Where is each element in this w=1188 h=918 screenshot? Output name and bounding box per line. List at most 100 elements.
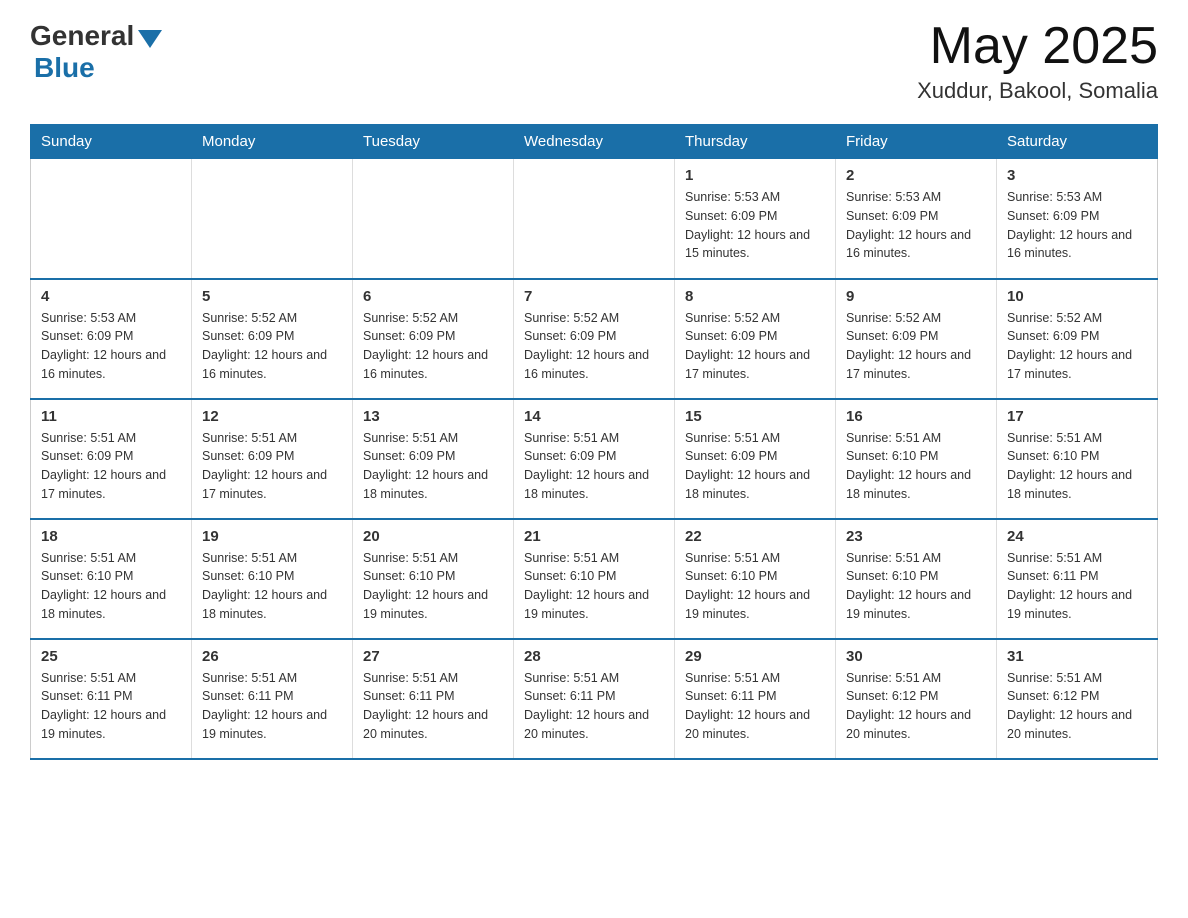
calendar-cell: 14 Sunrise: 5:51 AMSunset: 6:09 PMDayligh… — [514, 399, 675, 519]
calendar-cell — [31, 159, 192, 279]
day-info: Sunrise: 5:51 AMSunset: 6:09 PMDaylight:… — [685, 429, 825, 504]
day-info: Sunrise: 5:51 AMSunset: 6:11 PMDaylight:… — [524, 669, 664, 744]
calendar-cell: 17 Sunrise: 5:51 AMSunset: 6:10 PMDayligh… — [997, 399, 1158, 519]
day-number: 22 — [685, 528, 825, 545]
day-info: Sunrise: 5:51 AMSunset: 6:10 PMDaylight:… — [363, 549, 503, 624]
weekday-header-saturday: Saturday — [997, 125, 1158, 159]
day-info: Sunrise: 5:51 AMSunset: 6:10 PMDaylight:… — [41, 549, 181, 624]
calendar-cell: 20Sunrise: 5:51 AMSunset: 6:10 PMDayligh… — [353, 519, 514, 639]
logo: General Blue — [30, 20, 162, 84]
day-info: Sunrise: 5:51 AMSunset: 6:11 PMDaylight:… — [363, 669, 503, 744]
calendar-cell: 27 Sunrise: 5:51 AMSunset: 6:11 PMDayligh… — [353, 639, 514, 759]
day-info: Sunrise: 5:51 AMSunset: 6:10 PMDaylight:… — [846, 429, 986, 504]
calendar-cell: 4Sunrise: 5:53 AMSunset: 6:09 PMDaylight… — [31, 279, 192, 399]
day-info: Sunrise: 5:51 AMSunset: 6:11 PMDaylight:… — [1007, 549, 1147, 624]
day-number: 11 — [41, 408, 181, 425]
calendar-cell: 6 Sunrise: 5:52 AMSunset: 6:09 PMDaylight… — [353, 279, 514, 399]
day-info: Sunrise: 5:52 AMSunset: 6:09 PMDaylight:… — [202, 309, 342, 384]
day-number: 14 — [524, 408, 664, 425]
calendar-cell: 12Sunrise: 5:51 AMSunset: 6:09 PMDayligh… — [192, 399, 353, 519]
day-info: Sunrise: 5:52 AMSunset: 6:09 PMDaylight:… — [363, 309, 503, 384]
calendar-cell — [514, 159, 675, 279]
calendar-cell — [192, 159, 353, 279]
calendar-cell: 21 Sunrise: 5:51 AMSunset: 6:10 PMDayligh… — [514, 519, 675, 639]
day-info: Sunrise: 5:53 AMSunset: 6:09 PMDaylight:… — [41, 309, 181, 384]
calendar-cell: 10 Sunrise: 5:52 AMSunset: 6:09 PMDayligh… — [997, 279, 1158, 399]
day-number: 30 — [846, 648, 986, 665]
day-info: Sunrise: 5:51 AMSunset: 6:11 PMDaylight:… — [685, 669, 825, 744]
title-block: May 2025 Xuddur, Bakool, Somalia — [917, 20, 1158, 104]
day-info: Sunrise: 5:51 AMSunset: 6:10 PMDaylight:… — [846, 549, 986, 624]
location-subtitle: Xuddur, Bakool, Somalia — [917, 78, 1158, 104]
day-number: 17 — [1007, 408, 1147, 425]
day-info: Sunrise: 5:51 AMSunset: 6:12 PMDaylight:… — [846, 669, 986, 744]
day-number: 23 — [846, 528, 986, 545]
day-number: 10 — [1007, 288, 1147, 305]
calendar-week-row: 11 Sunrise: 5:51 AMSunset: 6:09 PMDayligh… — [31, 399, 1158, 519]
day-number: 13 — [363, 408, 503, 425]
day-info: Sunrise: 5:51 AMSunset: 6:11 PMDaylight:… — [41, 669, 181, 744]
calendar-cell: 8 Sunrise: 5:52 AMSunset: 6:09 PMDaylight… — [675, 279, 836, 399]
day-number: 19 — [202, 528, 342, 545]
calendar-cell: 30 Sunrise: 5:51 AMSunset: 6:12 PMDayligh… — [836, 639, 997, 759]
calendar-week-row: 1 Sunrise: 5:53 AMSunset: 6:09 PMDaylight… — [31, 159, 1158, 279]
weekday-header-row: SundayMondayTuesdayWednesdayThursdayFrid… — [31, 125, 1158, 159]
weekday-header-wednesday: Wednesday — [514, 125, 675, 159]
day-info: Sunrise: 5:51 AMSunset: 6:10 PMDaylight:… — [524, 549, 664, 624]
day-number: 21 — [524, 528, 664, 545]
calendar-cell: 18 Sunrise: 5:51 AMSunset: 6:10 PMDayligh… — [31, 519, 192, 639]
day-info: Sunrise: 5:52 AMSunset: 6:09 PMDaylight:… — [846, 309, 986, 384]
day-info: Sunrise: 5:52 AMSunset: 6:09 PMDaylight:… — [1007, 309, 1147, 384]
calendar-cell: 25Sunrise: 5:51 AMSunset: 6:11 PMDayligh… — [31, 639, 192, 759]
calendar-week-row: 18 Sunrise: 5:51 AMSunset: 6:10 PMDayligh… — [31, 519, 1158, 639]
calendar-cell: 3 Sunrise: 5:53 AMSunset: 6:09 PMDaylight… — [997, 159, 1158, 279]
calendar-table: SundayMondayTuesdayWednesdayThursdayFrid… — [30, 124, 1158, 760]
calendar-cell: 29 Sunrise: 5:51 AMSunset: 6:11 PMDayligh… — [675, 639, 836, 759]
day-info: Sunrise: 5:53 AMSunset: 6:09 PMDaylight:… — [685, 188, 825, 263]
day-number: 29 — [685, 648, 825, 665]
day-number: 5 — [202, 288, 342, 305]
calendar-cell: 13 Sunrise: 5:51 AMSunset: 6:09 PMDayligh… — [353, 399, 514, 519]
day-number: 2 — [846, 167, 986, 184]
day-info: Sunrise: 5:53 AMSunset: 6:09 PMDaylight:… — [1007, 188, 1147, 263]
day-info: Sunrise: 5:51 AMSunset: 6:11 PMDaylight:… — [202, 669, 342, 744]
day-info: Sunrise: 5:51 AMSunset: 6:09 PMDaylight:… — [363, 429, 503, 504]
calendar-week-row: 25Sunrise: 5:51 AMSunset: 6:11 PMDayligh… — [31, 639, 1158, 759]
weekday-header-monday: Monday — [192, 125, 353, 159]
day-info: Sunrise: 5:51 AMSunset: 6:10 PMDaylight:… — [1007, 429, 1147, 504]
day-info: Sunrise: 5:51 AMSunset: 6:10 PMDaylight:… — [685, 549, 825, 624]
weekday-header-tuesday: Tuesday — [353, 125, 514, 159]
calendar-cell: 22 Sunrise: 5:51 AMSunset: 6:10 PMDayligh… — [675, 519, 836, 639]
day-number: 15 — [685, 408, 825, 425]
calendar-cell — [353, 159, 514, 279]
logo-arrow-icon — [138, 30, 162, 48]
day-number: 27 — [363, 648, 503, 665]
calendar-cell: 11Sunrise: 5:51 AMSunset: 6:09 PMDayligh… — [31, 399, 192, 519]
weekday-header-sunday: Sunday — [31, 125, 192, 159]
calendar-cell: 1 Sunrise: 5:53 AMSunset: 6:09 PMDaylight… — [675, 159, 836, 279]
day-info: Sunrise: 5:51 AMSunset: 6:10 PMDaylight:… — [202, 549, 342, 624]
day-number: 6 — [363, 288, 503, 305]
calendar-cell: 2 Sunrise: 5:53 AMSunset: 6:09 PMDaylight… — [836, 159, 997, 279]
day-number: 18 — [41, 528, 181, 545]
calendar-cell: 28Sunrise: 5:51 AMSunset: 6:11 PMDayligh… — [514, 639, 675, 759]
calendar-cell: 15 Sunrise: 5:51 AMSunset: 6:09 PMDayligh… — [675, 399, 836, 519]
day-number: 3 — [1007, 167, 1147, 184]
day-number: 26 — [202, 648, 342, 665]
calendar-cell: 9 Sunrise: 5:52 AMSunset: 6:09 PMDaylight… — [836, 279, 997, 399]
weekday-header-thursday: Thursday — [675, 125, 836, 159]
day-info: Sunrise: 5:51 AMSunset: 6:09 PMDaylight:… — [524, 429, 664, 504]
day-number: 8 — [685, 288, 825, 305]
day-number: 16 — [846, 408, 986, 425]
calendar-cell: 7Sunrise: 5:52 AMSunset: 6:09 PMDaylight… — [514, 279, 675, 399]
day-info: Sunrise: 5:51 AMSunset: 6:09 PMDaylight:… — [202, 429, 342, 504]
day-number: 9 — [846, 288, 986, 305]
day-info: Sunrise: 5:53 AMSunset: 6:09 PMDaylight:… — [846, 188, 986, 263]
day-info: Sunrise: 5:52 AMSunset: 6:09 PMDaylight:… — [685, 309, 825, 384]
calendar-week-row: 4Sunrise: 5:53 AMSunset: 6:09 PMDaylight… — [31, 279, 1158, 399]
page-header: General Blue May 2025 Xuddur, Bakool, So… — [30, 20, 1158, 104]
day-number: 24 — [1007, 528, 1147, 545]
day-number: 1 — [685, 167, 825, 184]
month-year-title: May 2025 — [917, 20, 1158, 72]
day-number: 7 — [524, 288, 664, 305]
